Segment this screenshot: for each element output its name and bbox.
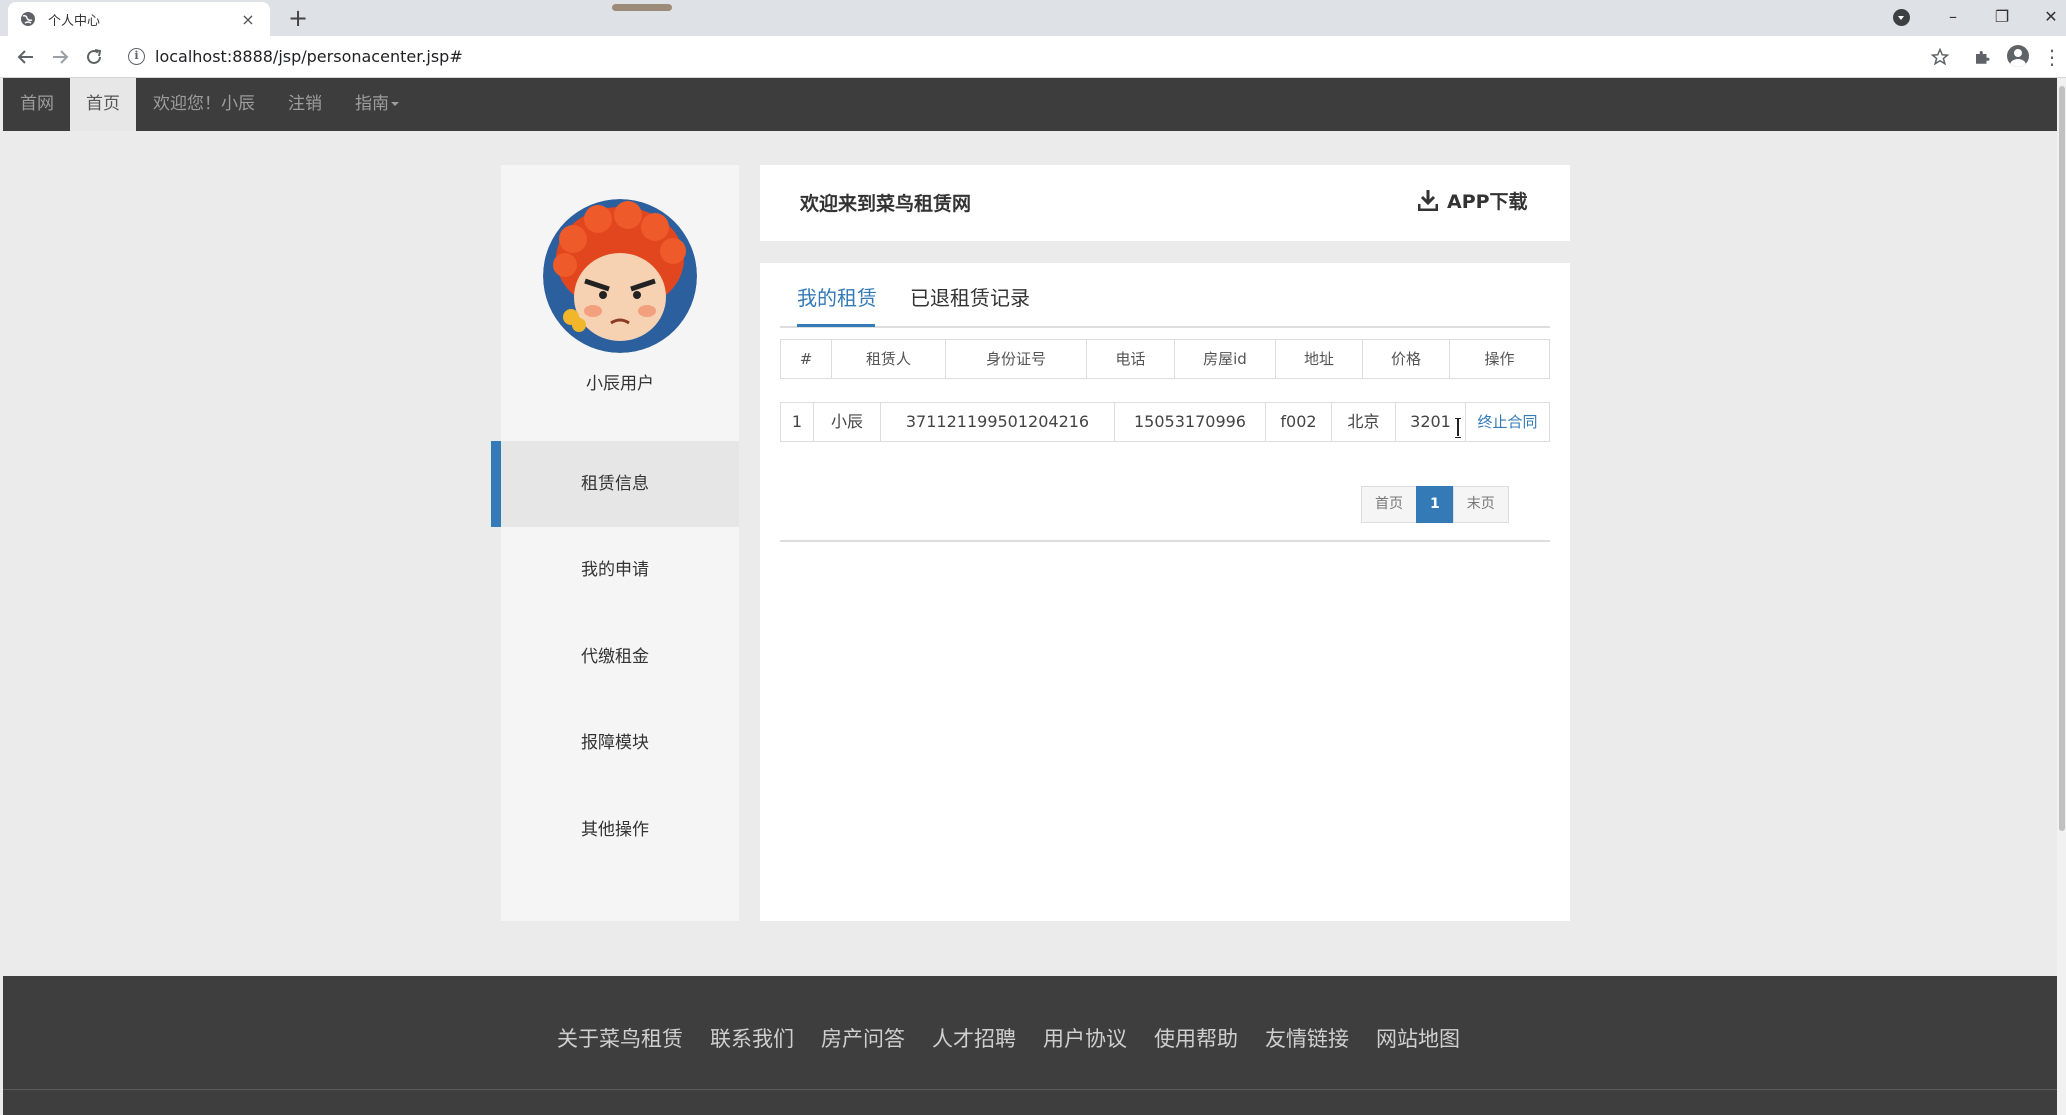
browser-tab[interactable]: 个人中心 × (8, 2, 270, 36)
active-tab-indicator (797, 324, 875, 327)
column-header: # (781, 340, 832, 378)
table-cell: 1 (781, 403, 814, 441)
tab-my-rentals[interactable]: 我的租赁 (797, 282, 877, 311)
column-header: 房屋id (1175, 340, 1276, 378)
footer-links: 关于菜鸟租赁 联系我们 房产问答 人才招聘 用户协议 使用帮助 友情链接 网站地… (557, 1023, 1460, 1053)
back-arrow-icon[interactable] (12, 44, 40, 70)
column-header: 租赁人 (832, 340, 946, 378)
site-navbar: 首网 首页 欢迎您！小辰 注销 指南 (3, 78, 2057, 131)
column-header: 电话 (1087, 340, 1175, 378)
table-cell: 15053170996 (1115, 403, 1266, 441)
tab-close-icon[interactable]: × (238, 10, 258, 29)
nav-brand-link[interactable]: 首网 (20, 78, 54, 131)
tabs-divider (780, 326, 1550, 328)
pagination: 首页 1 末页 (1361, 486, 1509, 523)
divider (780, 540, 1550, 542)
column-header: 身份证号 (946, 340, 1087, 378)
column-header: 价格 (1363, 340, 1450, 378)
restore-button[interactable]: ❐ (1979, 0, 2025, 32)
footer-link-faq[interactable]: 房产问答 (821, 1023, 905, 1053)
table-cell: f002 (1266, 403, 1332, 441)
window-drag-handle[interactable] (612, 4, 672, 11)
nav-guide-dropdown[interactable]: 指南 (355, 78, 399, 131)
nav-guide-label: 指南 (355, 94, 389, 114)
footer-link-agreement[interactable]: 用户协议 (1043, 1023, 1127, 1053)
table-cell: 小辰 (814, 403, 881, 441)
account-avatar-icon[interactable] (2007, 45, 2029, 67)
table-cell: 北京 (1332, 403, 1396, 441)
tab-search-icon[interactable] (1893, 9, 1910, 26)
pagination-first-button[interactable]: 首页 (1361, 486, 1417, 523)
url-input[interactable]: localhost:8888/jsp/personacenter.jsp# (155, 47, 463, 66)
avatar (543, 199, 697, 353)
column-header: 操作 (1484, 350, 1515, 368)
caret-down-icon (391, 102, 399, 106)
new-tab-button[interactable]: + (284, 4, 312, 32)
pagination-page-button[interactable]: 1 (1416, 486, 1454, 523)
address-bar: i localhost:8888/jsp/personacenter.jsp# … (0, 36, 2066, 78)
app-download-link[interactable]: APP下载 (1418, 186, 1528, 214)
footer-link-sitemap[interactable]: 网站地图 (1376, 1023, 1460, 1053)
sidebar-item-my-applications[interactable]: 我的申请 (491, 527, 739, 613)
sidebar-item-fault-report[interactable]: 报障模块 (491, 700, 739, 786)
column-header: 地址 (1276, 340, 1363, 378)
footer-link-about[interactable]: 关于菜鸟租赁 (557, 1023, 683, 1053)
profile-username: 小辰用户 (586, 374, 654, 394)
footer-link-help[interactable]: 使用帮助 (1154, 1023, 1238, 1053)
footer-link-contact[interactable]: 联系我们 (710, 1023, 794, 1053)
tab-title: 个人中心 (48, 13, 101, 29)
table-header: # 租赁人 身份证号 电话 房屋id 地址 价格 操作 (780, 339, 1550, 379)
cartoon-avatar-image (543, 199, 697, 353)
kebab-menu-icon[interactable]: ⋮ (2040, 45, 2064, 69)
sidebar-item-other-actions[interactable]: 其他操作 (491, 787, 739, 873)
terminate-contract-link[interactable]: 终止合同 (1466, 403, 1549, 441)
download-icon (1418, 190, 1438, 211)
footer-link-friends[interactable]: 友情链接 (1265, 1023, 1349, 1053)
footer-divider (3, 1089, 2057, 1090)
footer-link-careers[interactable]: 人才招聘 (932, 1023, 1016, 1053)
text-cursor-icon (1455, 418, 1461, 438)
reload-icon[interactable] (80, 44, 108, 70)
star-icon[interactable] (1928, 45, 1952, 69)
nav-welcome-text[interactable]: 欢迎您！小辰 (153, 78, 255, 131)
pagination-last-button[interactable]: 末页 (1452, 486, 1509, 523)
tab-returned-rentals[interactable]: 已退租赁记录 (910, 282, 1030, 311)
puzzle-icon[interactable] (1970, 45, 1994, 69)
table-row: 1 小辰 371121199501204216 15053170996 f002… (780, 402, 1550, 442)
app-download-label: APP下载 (1447, 190, 1528, 213)
globe-icon (21, 12, 35, 26)
info-icon[interactable]: i (128, 48, 145, 65)
nav-home-link[interactable]: 首页 (70, 78, 136, 131)
minimize-button[interactable]: – (1930, 0, 1976, 32)
forward-arrow-icon[interactable] (46, 44, 74, 70)
page-scrollbar-thumb[interactable] (2059, 86, 2065, 831)
close-window-button[interactable]: ✕ (2028, 0, 2066, 32)
nav-logout-link[interactable]: 注销 (288, 78, 322, 131)
page-title: 欢迎来到菜鸟租赁网 (800, 193, 972, 215)
table-cell: 371121199501204216 (881, 403, 1115, 441)
sidebar-item-rental-info[interactable]: 租赁信息 (491, 441, 739, 527)
sidebar-item-pay-rent[interactable]: 代缴租金 (491, 614, 739, 700)
